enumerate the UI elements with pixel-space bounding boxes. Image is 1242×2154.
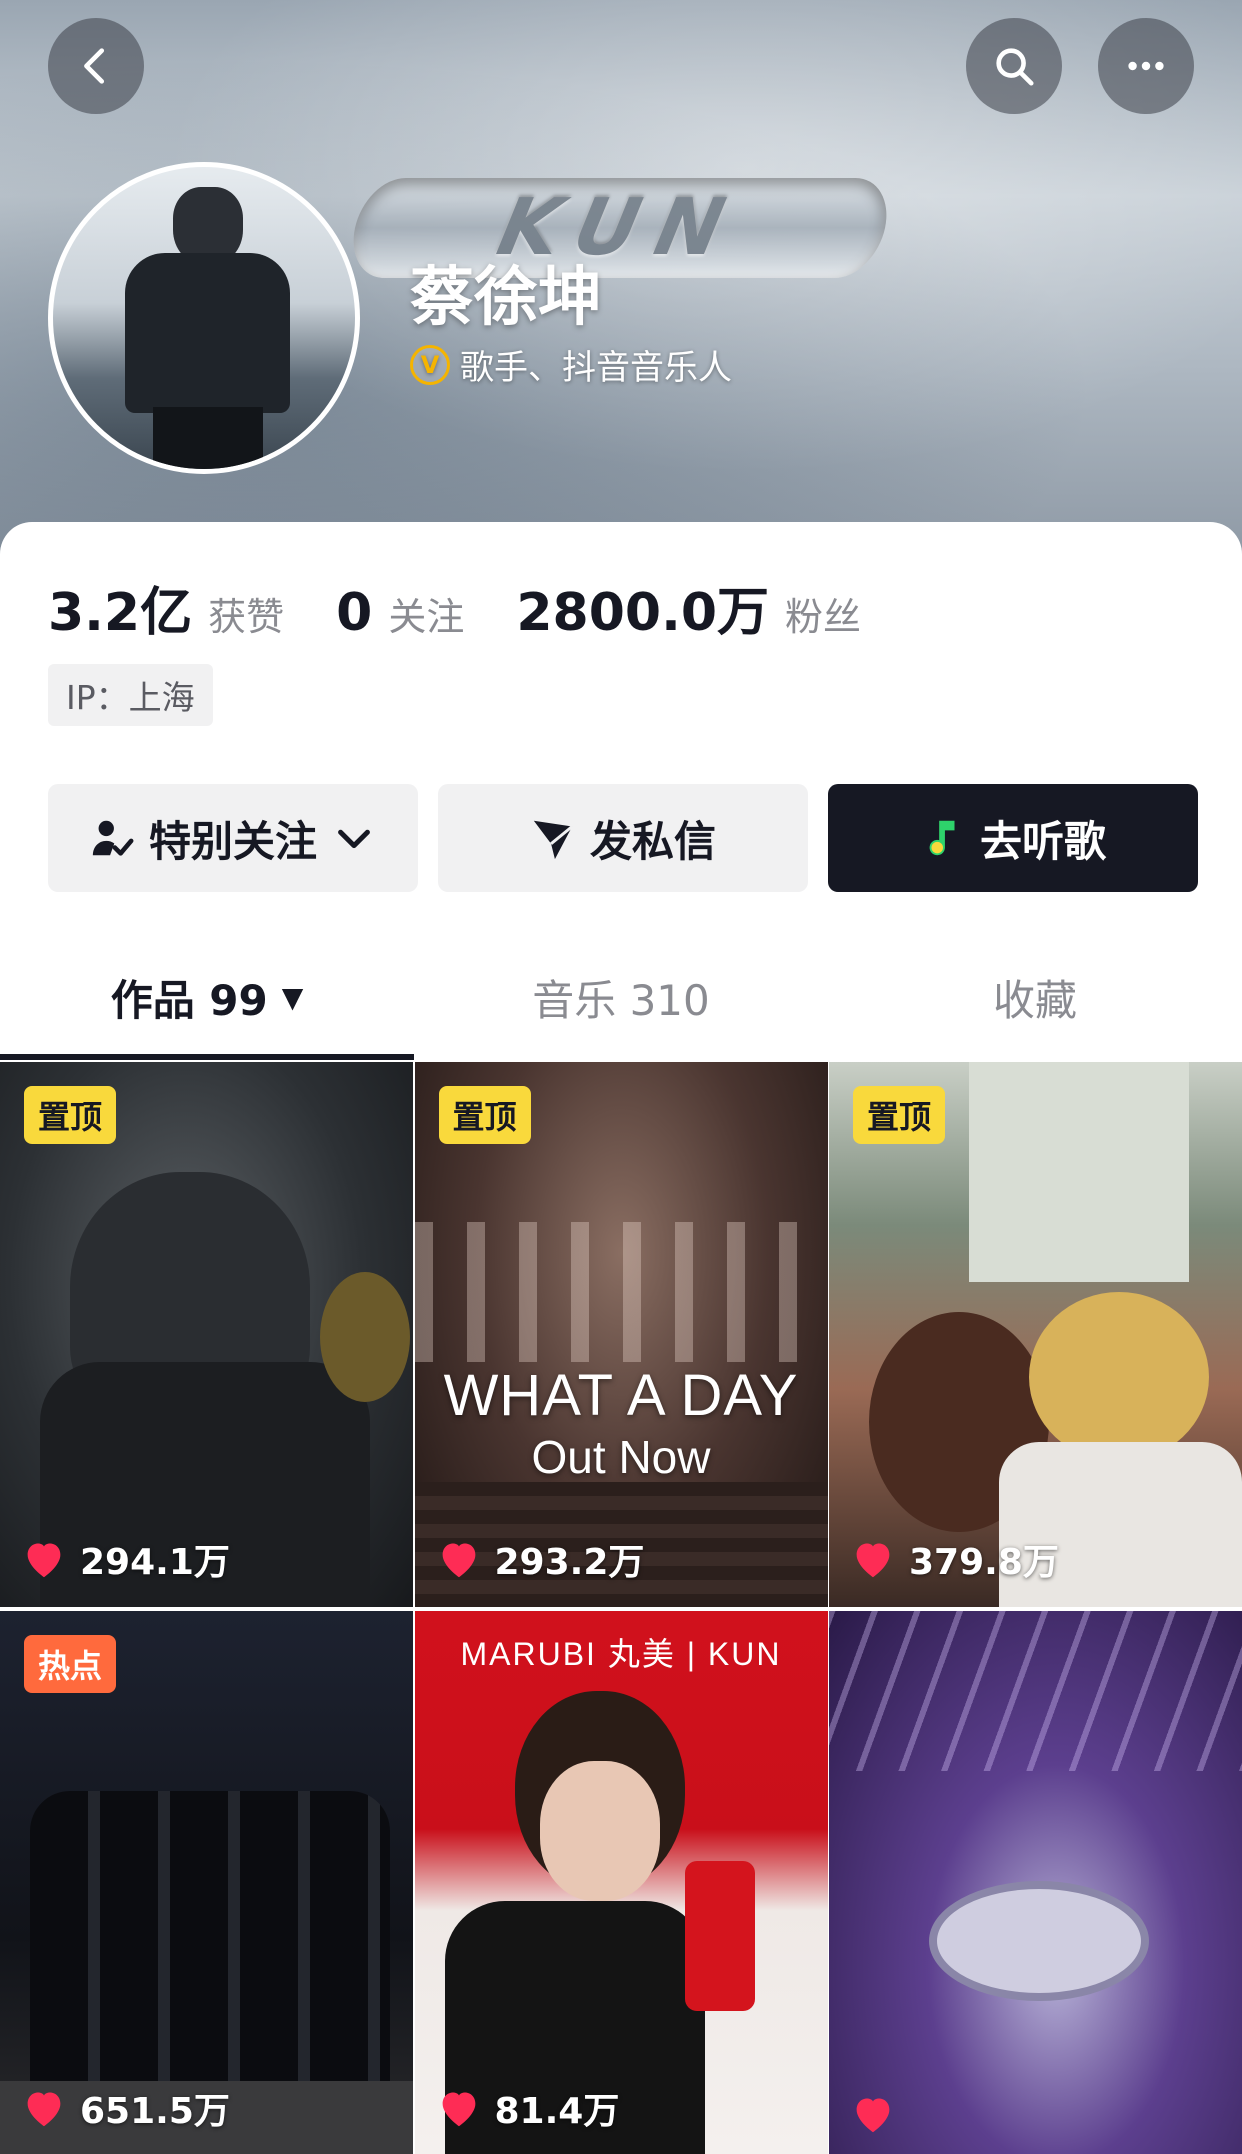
- user-check-icon: [92, 820, 134, 856]
- stat-followers[interactable]: 2800.0万 粉丝: [516, 570, 861, 645]
- stat-followers-value: 2800.0万: [516, 583, 770, 643]
- stat-likes-label: 获赞: [208, 595, 285, 639]
- tab-music-label: 音乐 310: [532, 975, 710, 1025]
- stats-row: 3.2亿 获赞 0 关注 2800.0万 粉丝: [48, 570, 913, 645]
- action-buttons: 特别关注 发私信 去听歌: [48, 784, 1198, 892]
- heart-icon: [856, 2098, 890, 2133]
- pinned-badge: 置顶: [24, 1086, 117, 1144]
- like-count: 379.8万: [851, 1533, 1059, 1585]
- stat-likes[interactable]: 3.2亿 获赞: [48, 570, 284, 645]
- tab-works-label: 作品 99: [110, 975, 268, 1025]
- heart-icon: [856, 1543, 890, 1578]
- like-count-value: 293.2万: [494, 1542, 645, 1583]
- stat-followers-label: 粉丝: [785, 595, 862, 639]
- chevron-left-icon: [84, 48, 105, 84]
- stat-following-value: 0: [336, 583, 373, 643]
- profile-card: 3.2亿 获赞 0 关注 2800.0万 粉丝 IP：上海 特别关注 发私信 去…: [0, 522, 1242, 2154]
- listen-music-label: 去听歌: [979, 816, 1106, 866]
- pinned-badge: 置顶: [853, 1086, 946, 1144]
- chevron-down-icon: [338, 829, 370, 849]
- avatar[interactable]: [48, 162, 360, 474]
- video-tile[interactable]: 置顶 WHAT A DAY Out Now 293.2万: [414, 1062, 828, 1607]
- video-tile[interactable]: 置顶 294.1万: [0, 1062, 413, 1607]
- heart-icon: [442, 1543, 475, 1578]
- content-tabs: 作品 99 ▼ 音乐 310 收藏: [0, 932, 1242, 1062]
- stat-following-label: 关注: [388, 595, 465, 639]
- search-icon: [996, 48, 1034, 86]
- like-count: 294.1万: [22, 1533, 230, 1585]
- video-tile[interactable]: 热点 651.5万: [0, 1611, 413, 2154]
- like-count-value: 81.4万: [494, 2091, 620, 2132]
- message-button[interactable]: 发私信: [438, 784, 808, 892]
- like-count-value: 651.5万: [80, 2091, 230, 2132]
- video-grid: 置顶 294.1万 置顶 WHAT A DAY Out Now 293.2万 置: [0, 1062, 1242, 2154]
- profile-name: 蔡徐坤: [410, 261, 602, 335]
- pinned-badge: 置顶: [438, 1086, 531, 1144]
- video-tile[interactable]: MARUBI 丸美 | KUN 81.4万: [414, 1611, 828, 2154]
- verified-text: 歌手、抖音音乐人: [460, 348, 732, 388]
- hot-badge: 热点: [24, 1635, 117, 1693]
- special-follow-button[interactable]: 特别关注: [48, 784, 418, 892]
- caret-down-icon: ▼: [281, 980, 304, 1014]
- send-icon: [533, 820, 574, 860]
- stat-likes-value: 3.2亿: [48, 583, 193, 643]
- video-subtitle-overlay: Out Now: [531, 1431, 711, 1483]
- heart-icon: [442, 2092, 475, 2127]
- search-button[interactable]: [966, 18, 1062, 114]
- tab-favorites-label: 收藏: [992, 975, 1077, 1025]
- video-tile[interactable]: [829, 1611, 1242, 2154]
- tab-favorites[interactable]: 收藏: [828, 932, 1242, 1062]
- stat-following[interactable]: 0 关注: [336, 583, 464, 643]
- heart-icon: [27, 2092, 61, 2127]
- ip-location-tag: IP：上海: [48, 664, 213, 726]
- tab-works[interactable]: 作品 99 ▼: [0, 932, 414, 1062]
- like-count: 293.2万: [437, 1533, 645, 1585]
- verified-row: V 歌手、抖音音乐人: [410, 340, 732, 389]
- more-dots-icon: [1128, 61, 1164, 71]
- message-label: 发私信: [589, 816, 716, 866]
- video-tile[interactable]: 置顶 379.8万: [829, 1062, 1242, 1607]
- music-note-icon: [929, 820, 955, 856]
- verified-icon: V: [410, 344, 450, 385]
- listen-music-button[interactable]: 去听歌: [828, 784, 1198, 892]
- back-button[interactable]: [48, 18, 144, 114]
- like-count: 81.4万: [437, 2082, 620, 2134]
- video-title-overlay: WHAT A DAY: [443, 1363, 799, 1428]
- tab-music[interactable]: 音乐 310: [414, 932, 828, 1062]
- more-button[interactable]: [1098, 18, 1194, 114]
- like-count-value: 294.1万: [80, 1542, 230, 1583]
- brand-text: MARUBI 丸美 | KUN: [460, 1636, 782, 1672]
- heart-icon: [27, 1543, 61, 1578]
- special-follow-label: 特别关注: [148, 816, 317, 866]
- like-count-value: 379.8万: [909, 1542, 1059, 1583]
- like-count: [851, 2094, 909, 2134]
- like-count: 651.5万: [22, 2082, 230, 2134]
